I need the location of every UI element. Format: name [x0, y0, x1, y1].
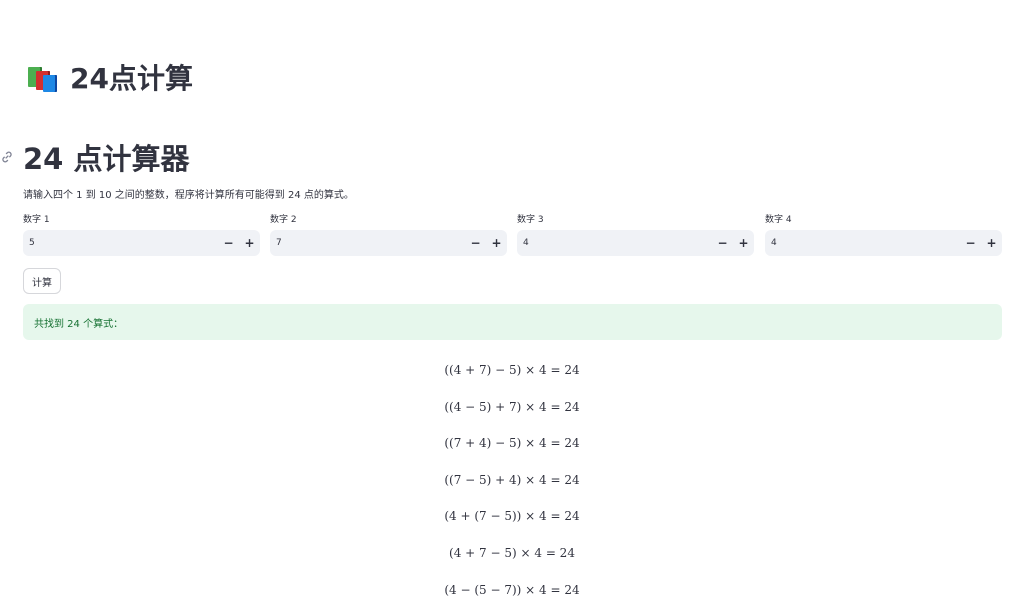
- number-input-label: 数字 2: [270, 215, 297, 225]
- calculate-button[interactable]: 计算: [23, 268, 61, 294]
- increment-button[interactable]: +: [733, 230, 754, 256]
- decrement-button[interactable]: −: [712, 230, 733, 256]
- result-summary: 共找到 24 个算式：: [34, 318, 124, 330]
- formula-item: ((4 + 7) − 5) × 4 = 24: [444, 363, 580, 377]
- increment-button[interactable]: +: [239, 230, 260, 256]
- section-header: 24 点计算器: [0, 138, 189, 176]
- number-input-value[interactable]: 4: [517, 238, 712, 248]
- number-input-box[interactable]: 4 − +: [765, 230, 1002, 256]
- number-input-label: 数字 3: [517, 215, 544, 225]
- number-input-3: 数字 3 4 − +: [517, 213, 754, 256]
- number-input-label: 数字 4: [765, 215, 792, 225]
- number-input-label: 数字 1: [23, 215, 50, 225]
- number-input-4: 数字 4 4 − +: [765, 213, 1002, 256]
- formula-item: ((7 − 5) + 4) × 4 = 24: [444, 472, 580, 487]
- number-input-value[interactable]: 7: [270, 238, 465, 248]
- app-title-text: 24点计算: [70, 62, 193, 95]
- number-input-1: 数字 1 5 − +: [23, 213, 260, 256]
- number-input-2: 数字 2 7 − +: [270, 213, 507, 256]
- number-input-value[interactable]: 5: [23, 238, 218, 248]
- number-input-box[interactable]: 7 − +: [270, 230, 507, 256]
- decrement-button[interactable]: −: [960, 230, 981, 256]
- page: 24点计算 24 点计算器 请输入四个 1 到 10 之间的整数，程序将计算所有…: [0, 0, 1024, 601]
- formula-item: (4 − (5 − 7)) × 4 = 24: [444, 582, 580, 597]
- formula-item: ((7 + 4) − 5) × 4 = 24: [444, 436, 580, 451]
- app-title: 24点计算: [26, 58, 193, 96]
- number-input-value[interactable]: 4: [765, 238, 960, 248]
- description-text: 请输入四个 1 到 10 之间的整数，程序将计算所有可能得到 24 点的算式。: [23, 190, 354, 201]
- number-input-box[interactable]: 4 − +: [517, 230, 754, 256]
- formula-list: ((4 + 7) − 5) × 4 = 24 ((4 − 5) + 7) × 4…: [0, 352, 1024, 601]
- number-input-box[interactable]: 5 − +: [23, 230, 260, 256]
- section-title: 24 点计算器: [23, 142, 190, 176]
- formula-item: ((4 − 5) + 7) × 4 = 24: [444, 399, 580, 414]
- books-icon: [26, 62, 60, 92]
- formula-item: (4 + 7 − 5) × 4 = 24: [449, 545, 575, 560]
- link-icon[interactable]: [0, 150, 14, 164]
- decrement-button[interactable]: −: [218, 230, 239, 256]
- success-alert: 共找到 24 个算式：: [23, 304, 1002, 340]
- increment-button[interactable]: +: [486, 230, 507, 256]
- increment-button[interactable]: +: [981, 230, 1002, 256]
- formula-item: (4 + (7 − 5)) × 4 = 24: [444, 509, 580, 524]
- decrement-button[interactable]: −: [465, 230, 486, 256]
